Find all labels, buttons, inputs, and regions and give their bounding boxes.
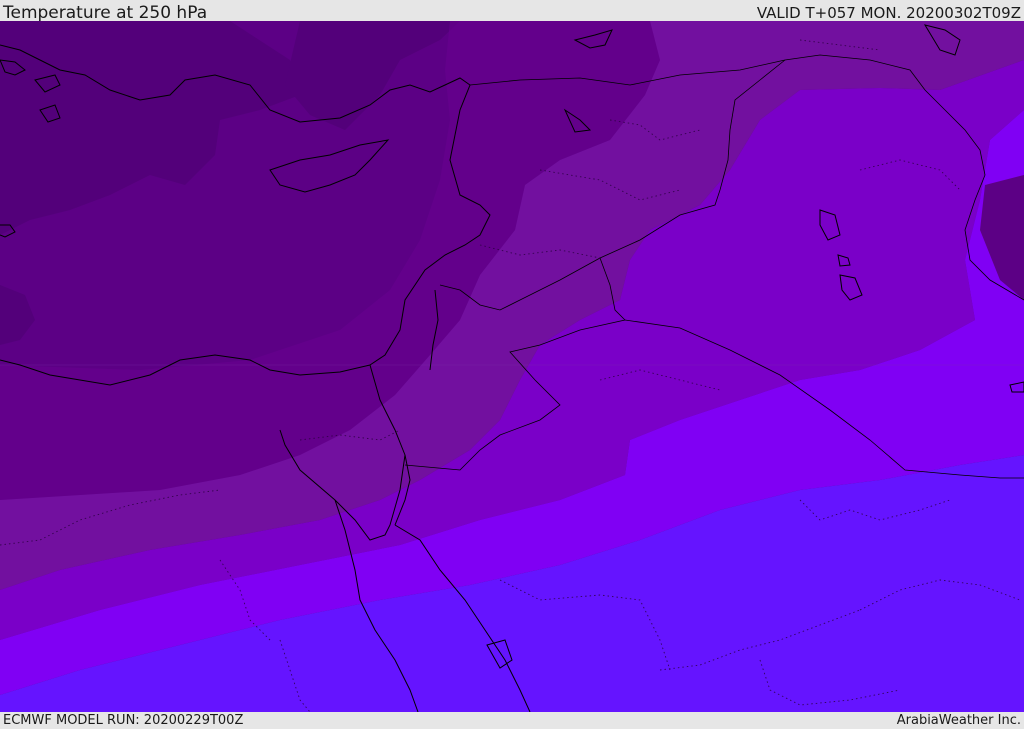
footer-bar: ECMWF MODEL RUN: 20200229T00Z ArabiaWeat… bbox=[0, 712, 1024, 729]
map-panel[interactable] bbox=[0, 21, 1024, 712]
header-bar: Temperature at 250 hPa VALID T+057 MON. … bbox=[0, 0, 1024, 23]
valid-time: VALID T+057 MON. 20200302T09Z bbox=[756, 4, 1021, 22]
temperature-map[interactable] bbox=[0, 21, 1024, 712]
credit-text: ArabiaWeather Inc. bbox=[896, 713, 1021, 728]
map-title: Temperature at 250 hPa bbox=[3, 3, 208, 23]
model-run: ECMWF MODEL RUN: 20200229T00Z bbox=[3, 713, 244, 728]
